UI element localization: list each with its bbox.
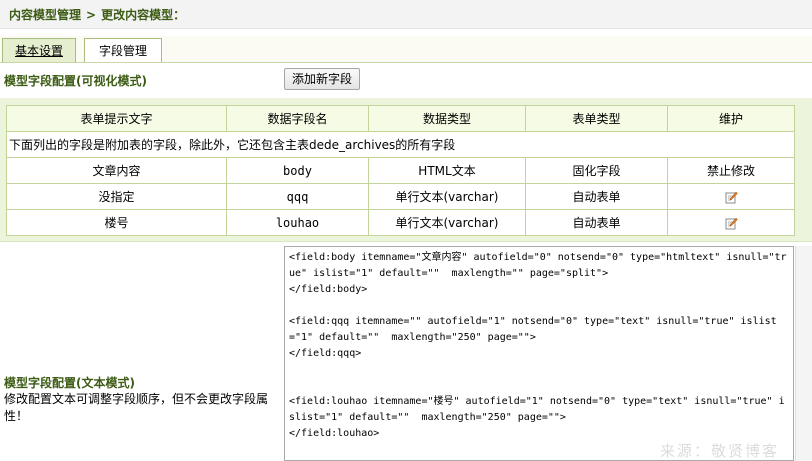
tab-basic-settings[interactable]: 基本设置 bbox=[2, 38, 76, 62]
text-section-desc: 修改配置文本可调整字段顺序，但不会更改字段属性！ bbox=[4, 392, 269, 423]
cell-field: qqq bbox=[226, 183, 369, 210]
cell-field: body bbox=[226, 157, 369, 184]
column-header: 表单提示文字 bbox=[6, 105, 227, 132]
table-note-row: 下面列出的字段是附加表的字段，除此外，它还包含主表dede_archives的所… bbox=[6, 131, 795, 158]
cell-action bbox=[667, 209, 795, 236]
tab-field-management[interactable]: 字段管理 bbox=[84, 38, 162, 62]
cell-type: 单行文本(varchar) bbox=[368, 209, 526, 236]
column-header: 维护 bbox=[667, 105, 795, 132]
edit-icon[interactable] bbox=[725, 191, 738, 204]
cell-type: 单行文本(varchar) bbox=[368, 183, 526, 210]
breadcrumb: 内容模型管理 > 更改内容模型： bbox=[9, 6, 185, 23]
cell-action: 禁止修改 bbox=[667, 157, 795, 184]
textarea-scrollbar[interactable] bbox=[795, 246, 812, 461]
cell-type: HTML文本 bbox=[368, 157, 526, 184]
edit-icon[interactable] bbox=[725, 217, 738, 230]
add-field-button[interactable]: 添加新字段 bbox=[284, 68, 360, 90]
column-header: 数据类型 bbox=[368, 105, 526, 132]
cell-label: 文章内容 bbox=[6, 157, 227, 184]
column-header: 表单类型 bbox=[525, 105, 668, 132]
cell-label: 没指定 bbox=[6, 183, 227, 210]
cell-form: 自动表单 bbox=[525, 183, 668, 210]
cell-action bbox=[667, 183, 795, 210]
text-section-label-area bbox=[0, 244, 282, 461]
visual-section-title: 模型字段配置(可视化模式) bbox=[4, 74, 147, 88]
table-note: 下面列出的字段是附加表的字段，除此外，它还包含主表dede_archives的所… bbox=[6, 131, 795, 158]
fields-table: 表单提示文字 数据字段名 数据类型 表单类型 维护 下面列出的字段是附加表的字段… bbox=[6, 105, 795, 236]
text-section-title: 模型字段配置(文本模式) bbox=[4, 376, 135, 390]
table-row: 文章内容 body HTML文本 固化字段 禁止修改 bbox=[6, 157, 795, 184]
breadcrumb-root[interactable]: 内容模型管理 bbox=[9, 8, 81, 22]
table-note-text: 下面列出的字段是附加表的字段，除此外，它还包含主表dede_archives的所… bbox=[9, 138, 456, 152]
field-config-textarea[interactable] bbox=[284, 246, 794, 461]
cell-form: 固化字段 bbox=[525, 157, 668, 184]
cell-label: 楼号 bbox=[6, 209, 227, 236]
cell-field: louhao bbox=[226, 209, 369, 236]
watermark: 来源：敬贤博客 bbox=[660, 442, 780, 460]
cell-form: 自动表单 bbox=[525, 209, 668, 236]
breadcrumb-separator: > bbox=[86, 8, 97, 22]
table-header-row: 表单提示文字 数据字段名 数据类型 表单类型 维护 bbox=[6, 105, 795, 132]
table-row: 楼号 louhao 单行文本(varchar) 自动表单 bbox=[6, 209, 795, 236]
table-row: 没指定 qqq 单行文本(varchar) 自动表单 bbox=[6, 183, 795, 210]
breadcrumb-current: 更改内容模型： bbox=[101, 8, 186, 22]
column-header: 数据字段名 bbox=[226, 105, 369, 132]
